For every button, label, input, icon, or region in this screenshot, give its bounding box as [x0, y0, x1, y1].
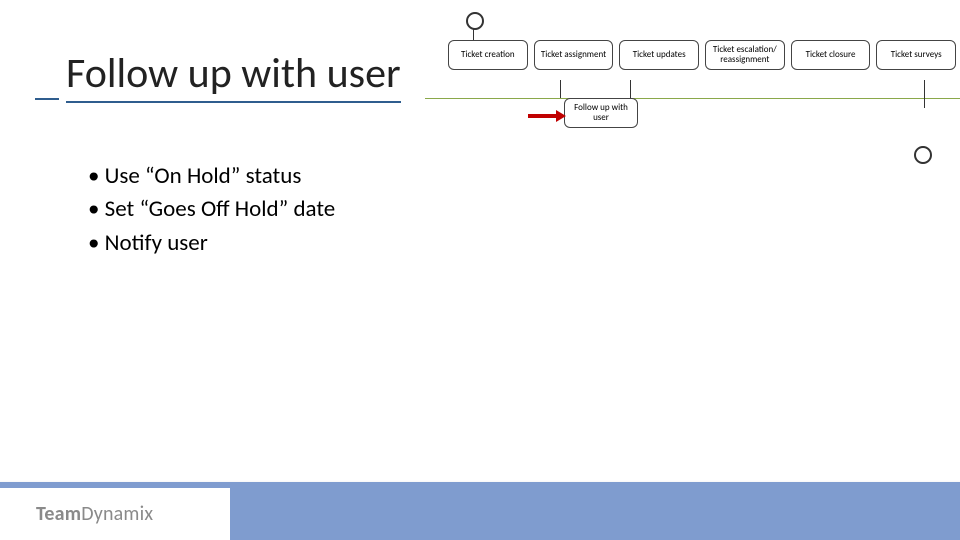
brand-logo-part1: Team: [36, 502, 81, 526]
flow-connector: [473, 28, 474, 40]
flow-box-followup: Follow up with user: [564, 98, 638, 128]
flow-subrow: Follow up with user: [564, 98, 638, 128]
flow-box-creation: Ticket creation: [448, 40, 528, 70]
flow-connector: [924, 80, 925, 108]
highlight-arrow-icon: [528, 112, 568, 120]
flow-connector: [630, 80, 631, 98]
flow-row: Ticket creation Ticket assignment Ticket…: [448, 40, 956, 70]
title-accent-stub: [35, 98, 59, 100]
slide-title: Follow up with user: [66, 48, 401, 103]
flow-diagram: Ticket creation Ticket assignment Ticket…: [448, 40, 956, 160]
flow-start-icon: [466, 12, 484, 30]
flow-end-icon: [914, 146, 932, 164]
bullet-item: Set “Goes Off Hold” date: [88, 193, 335, 226]
bullet-item: Notify user: [88, 227, 335, 260]
flow-connector: [560, 80, 561, 98]
title-container: Follow up with user: [66, 52, 401, 96]
flow-box-escalation: Ticket escalation/ reassignment: [705, 40, 785, 70]
bullet-item: Use “On Hold” status: [88, 160, 335, 193]
brand-logo: TeamDynamix: [36, 502, 153, 526]
flow-box-surveys: Ticket surveys: [876, 40, 956, 70]
brand-logo-part2: Dynamix: [81, 502, 153, 526]
flow-box-assignment: Ticket assignment: [534, 40, 614, 70]
flow-box-closure: Ticket closure: [791, 40, 871, 70]
bullet-list: Use “On Hold” status Set “Goes Off Hold”…: [88, 160, 335, 260]
flow-box-updates: Ticket updates: [619, 40, 699, 70]
